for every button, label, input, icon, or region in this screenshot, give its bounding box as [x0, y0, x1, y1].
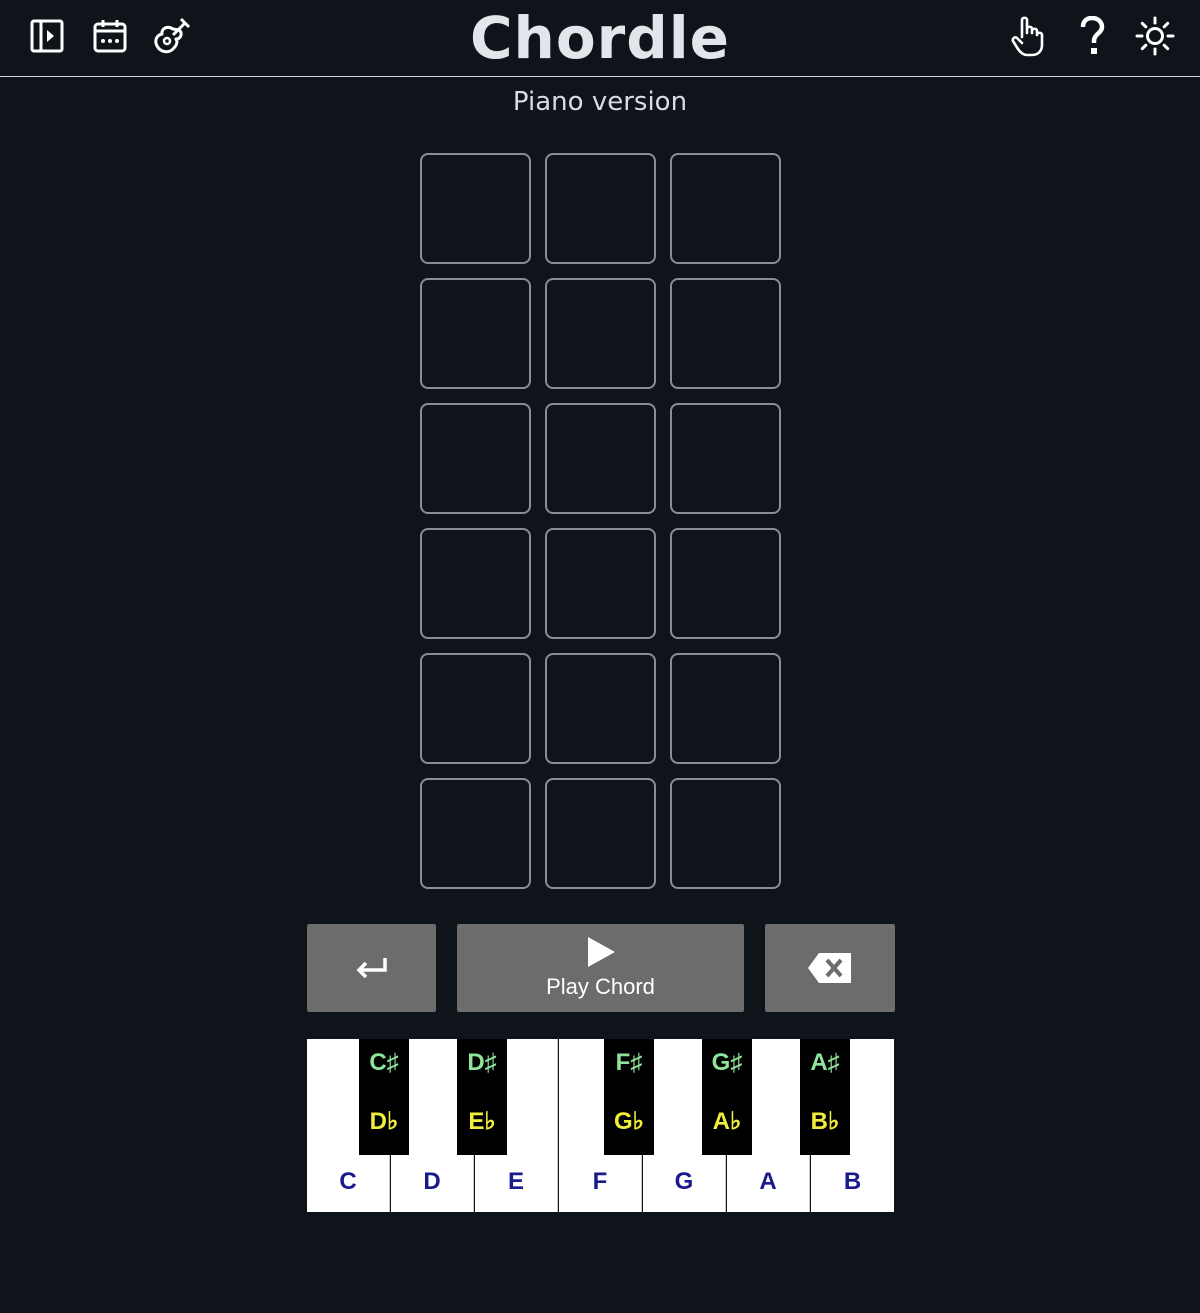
guess-grid — [420, 153, 782, 889]
sharp-label: D♯ — [467, 1049, 497, 1076]
guess-cell — [420, 653, 531, 764]
guess-cell — [670, 778, 781, 889]
play-chord-label: Play Chord — [546, 974, 655, 999]
guess-cell — [420, 153, 531, 264]
help-icon[interactable] — [1070, 14, 1114, 58]
key-label: B — [843, 1168, 862, 1195]
sharp-label: C♯ — [369, 1049, 399, 1076]
piano-key-c-sharp[interactable]: C♯ D♭ — [359, 1039, 409, 1155]
flat-label: E♭ — [468, 1108, 496, 1135]
play-icon — [587, 937, 615, 967]
flat-label: D♭ — [369, 1108, 399, 1135]
guess-cell — [670, 528, 781, 639]
guess-cell — [670, 403, 781, 514]
flat-label: G♭ — [614, 1108, 644, 1135]
guess-cell — [545, 778, 656, 889]
flat-label: B♭ — [810, 1108, 840, 1135]
app-header: Chordle — [0, 0, 1200, 77]
hand-pointer-icon[interactable] — [1006, 14, 1050, 58]
page-subtitle: Piano version — [512, 87, 688, 117]
guess-cell — [420, 778, 531, 889]
enter-icon — [356, 958, 387, 979]
guess-cell — [420, 403, 531, 514]
piano-key-g-sharp[interactable]: G♯ A♭ — [702, 1039, 752, 1155]
piano-key-a-sharp[interactable]: A♯ B♭ — [800, 1039, 850, 1155]
key-label: G — [674, 1168, 694, 1195]
piano-key-f-sharp[interactable]: F♯ G♭ — [604, 1039, 654, 1155]
flat-label: A♭ — [712, 1108, 742, 1135]
key-label: E — [507, 1168, 524, 1195]
sharp-label: F♯ — [615, 1049, 643, 1076]
guess-cell — [545, 153, 656, 264]
piano-key-d-sharp[interactable]: D♯ E♭ — [457, 1039, 507, 1155]
guess-cell — [420, 528, 531, 639]
sharp-label: A♯ — [810, 1049, 840, 1076]
guess-cell — [545, 278, 656, 389]
guess-cell — [670, 653, 781, 764]
guess-cell — [545, 528, 656, 639]
piano-keyboard: C D E F G A B C♯ D♭ D♯ E♭ F♯ G♭ G♯ A♭ A♯… — [307, 1039, 895, 1212]
sharp-label: G♯ — [711, 1049, 743, 1076]
guess-cell — [545, 403, 656, 514]
guess-cell — [420, 278, 531, 389]
sun-icon[interactable] — [1133, 14, 1177, 58]
key-label: C — [339, 1168, 357, 1195]
enter-button[interactable] — [307, 924, 436, 1012]
guess-cell — [545, 653, 656, 764]
key-label: A — [759, 1168, 777, 1195]
play-chord-button[interactable]: Play Chord — [457, 924, 744, 1012]
backspace-icon — [808, 953, 851, 983]
guess-cell — [670, 153, 781, 264]
guess-cell — [670, 278, 781, 389]
key-label: D — [423, 1168, 441, 1195]
key-label: F — [592, 1168, 608, 1195]
backspace-button[interactable] — [765, 924, 895, 1012]
